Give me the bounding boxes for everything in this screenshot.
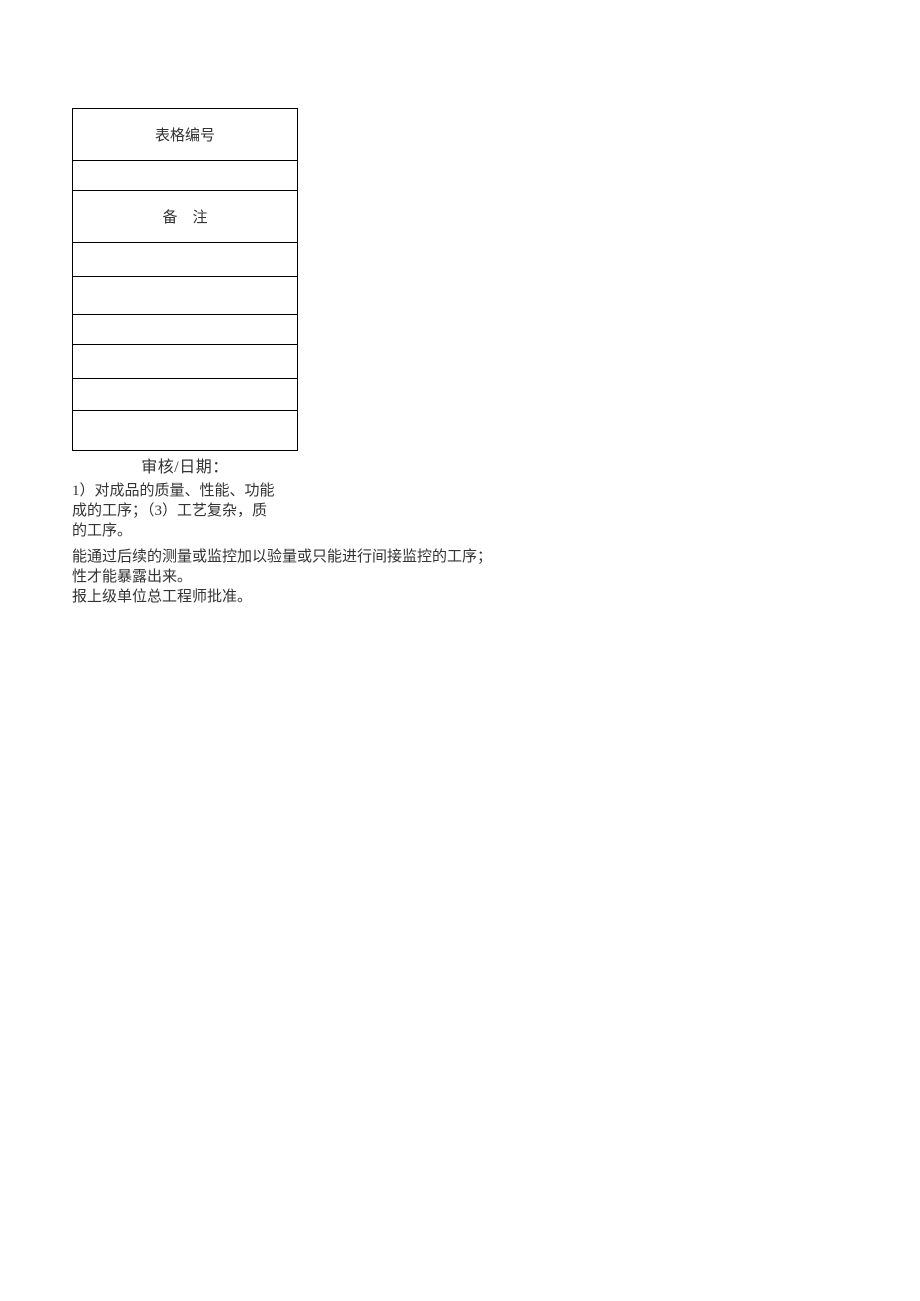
paragraph-line: 成的工序；（3）工艺复杂，质: [72, 501, 492, 521]
page-content: 表格编号 备 注 审核/日期： 1）对成品的质量、性能、功能 成的工序；（3）工…: [72, 108, 492, 607]
paragraph-line: 1）对成品的质量、性能、功能: [72, 481, 492, 501]
table-row: [73, 277, 298, 315]
table-caption: 审核/日期：: [72, 453, 298, 477]
table-row: [73, 243, 298, 277]
table-cell-number-value: [73, 161, 298, 191]
body-text: 1）对成品的质量、性能、功能 成的工序；（3）工艺复杂，质 的工序。 能通过后续…: [72, 481, 492, 607]
table-row: [73, 379, 298, 411]
table-row: [73, 411, 298, 451]
table-header-number: 表格编号: [73, 109, 298, 161]
paragraph-line: 能通过后续的测量或监控加以验量或只能进行间接监控的工序；: [72, 547, 492, 567]
table-header-remark: 备 注: [73, 191, 298, 243]
paragraph-line: 的工序。: [72, 521, 492, 541]
table-row: [73, 315, 298, 345]
form-table: 表格编号 备 注: [72, 108, 298, 451]
paragraph-line: 报上级单位总工程师批准。: [72, 587, 492, 607]
paragraph-line: 性才能暴露出来。: [72, 567, 492, 587]
table-row: [73, 345, 298, 379]
